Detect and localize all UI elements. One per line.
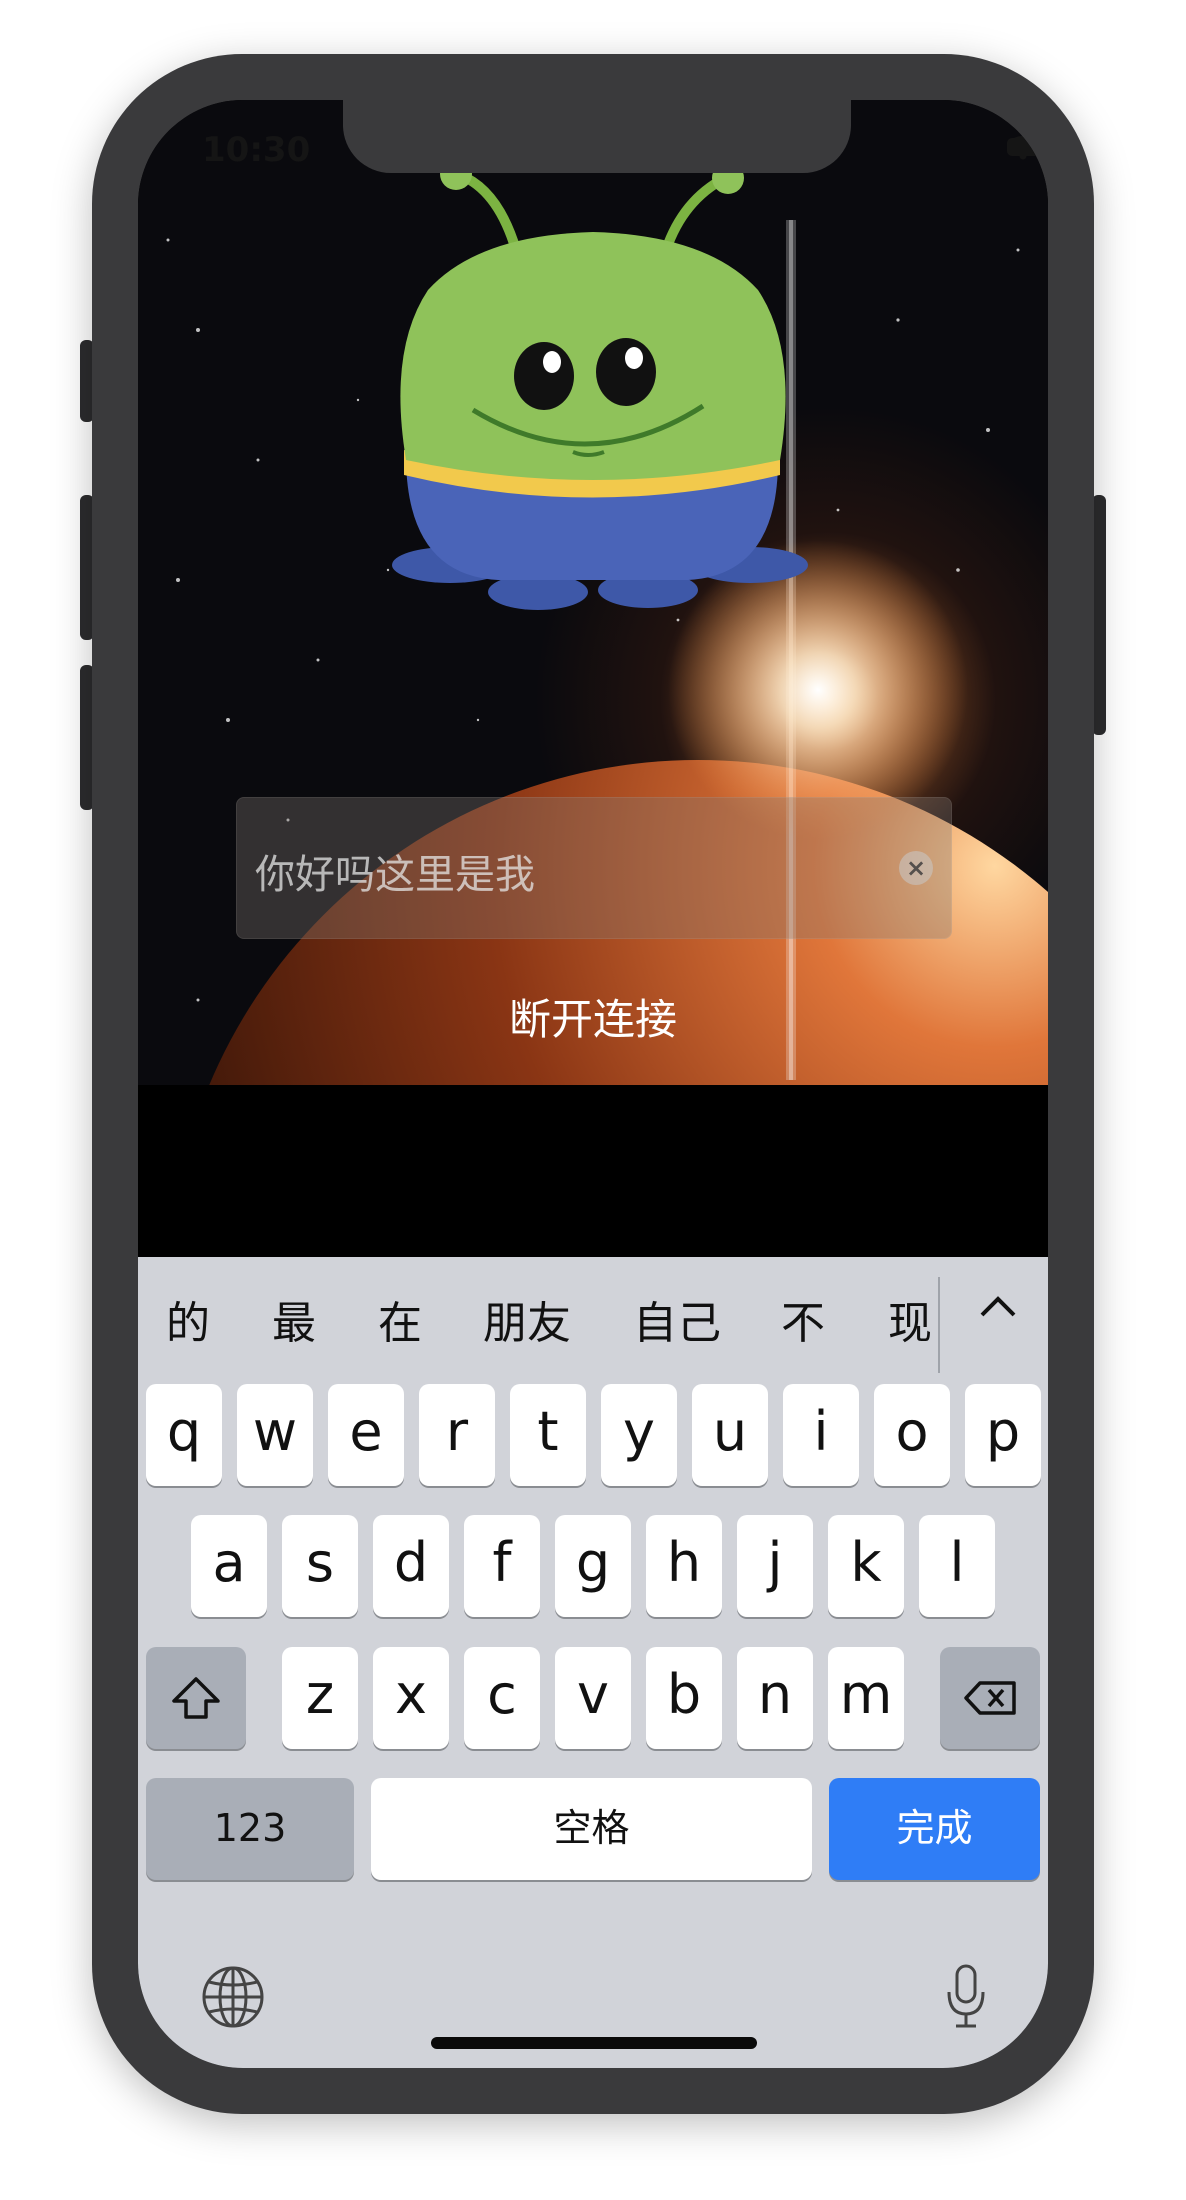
candidate-word[interactable]: 的 [166, 1287, 210, 1351]
key-j[interactable]: j [737, 1515, 813, 1617]
shift-key[interactable] [146, 1647, 246, 1749]
key-b[interactable]: b [646, 1647, 722, 1749]
space-background: 10:30 你好吗这里是我 × 断开连接 [138, 100, 1048, 1085]
power-button [1092, 495, 1106, 735]
candidate-word[interactable]: 自己 [633, 1287, 721, 1351]
candidate-bar: 的 最 在 朋友 自己 不 现 [138, 1257, 1048, 1377]
key-l[interactable]: l [919, 1515, 995, 1617]
phone-screen: 10:30 你好吗这里是我 × 断开连接 的 最 在 朋友 自己 不 现 q w… [138, 100, 1048, 2068]
message-input-value: 你好吗这里是我 [255, 852, 535, 898]
key-f[interactable]: f [464, 1515, 540, 1617]
keyboard: 的 最 在 朋友 自己 不 现 q w e r t y u i o p a s … [138, 1257, 1048, 2068]
backspace-icon [964, 1681, 1016, 1715]
notch [343, 100, 851, 173]
key-a[interactable]: a [191, 1515, 267, 1617]
key-h[interactable]: h [646, 1515, 722, 1617]
key-u[interactable]: u [692, 1384, 768, 1486]
empty-area [138, 1085, 1048, 1257]
key-p[interactable]: p [965, 1384, 1041, 1486]
home-indicator[interactable] [431, 2037, 757, 2049]
key-x[interactable]: x [373, 1647, 449, 1749]
message-input[interactable]: 你好吗这里是我 × [236, 797, 952, 939]
green-alien-mascot [392, 158, 808, 610]
key-k[interactable]: k [828, 1515, 904, 1617]
numbers-key[interactable]: 123 [146, 1778, 354, 1880]
key-m[interactable]: m [828, 1647, 904, 1749]
battery-icon [1007, 138, 1048, 156]
shift-arrow-icon [172, 1677, 220, 1719]
key-v[interactable]: v [555, 1647, 631, 1749]
candidate-divider [938, 1277, 940, 1373]
sun-flare [668, 540, 968, 840]
backspace-key[interactable] [940, 1647, 1040, 1749]
key-c[interactable]: c [464, 1647, 540, 1749]
key-r[interactable]: r [419, 1384, 495, 1486]
key-o[interactable]: o [874, 1384, 950, 1486]
candidate-word[interactable]: 不 [781, 1287, 825, 1351]
key-z[interactable]: z [282, 1647, 358, 1749]
key-e[interactable]: e [328, 1384, 404, 1486]
space-key[interactable]: 空格 [371, 1778, 812, 1880]
key-n[interactable]: n [737, 1647, 813, 1749]
status-time: 10:30 [202, 130, 311, 170]
key-g[interactable]: g [555, 1515, 631, 1617]
chevron-up-icon[interactable] [973, 1285, 1023, 1335]
key-d[interactable]: d [373, 1515, 449, 1617]
candidate-word[interactable]: 现 [888, 1287, 936, 1351]
key-s[interactable]: s [282, 1515, 358, 1617]
key-q[interactable]: q [146, 1384, 222, 1486]
disconnect-button[interactable]: 断开连接 [443, 990, 743, 1050]
candidate-word[interactable]: 最 [272, 1287, 316, 1351]
device-mockup: 10:30 你好吗这里是我 × 断开连接 的 最 在 朋友 自己 不 现 q w… [0, 0, 1186, 2200]
candidate-word[interactable]: 朋友 [483, 1287, 571, 1351]
key-i[interactable]: i [783, 1384, 859, 1486]
key-y[interactable]: y [601, 1384, 677, 1486]
key-w[interactable]: w [237, 1384, 313, 1486]
clear-icon[interactable]: × [899, 851, 933, 885]
key-t[interactable]: t [510, 1384, 586, 1486]
done-key[interactable]: 完成 [829, 1778, 1040, 1880]
microphone-icon[interactable] [944, 1962, 988, 2032]
globe-icon[interactable] [200, 1964, 266, 2030]
candidate-word[interactable]: 在 [378, 1287, 422, 1351]
